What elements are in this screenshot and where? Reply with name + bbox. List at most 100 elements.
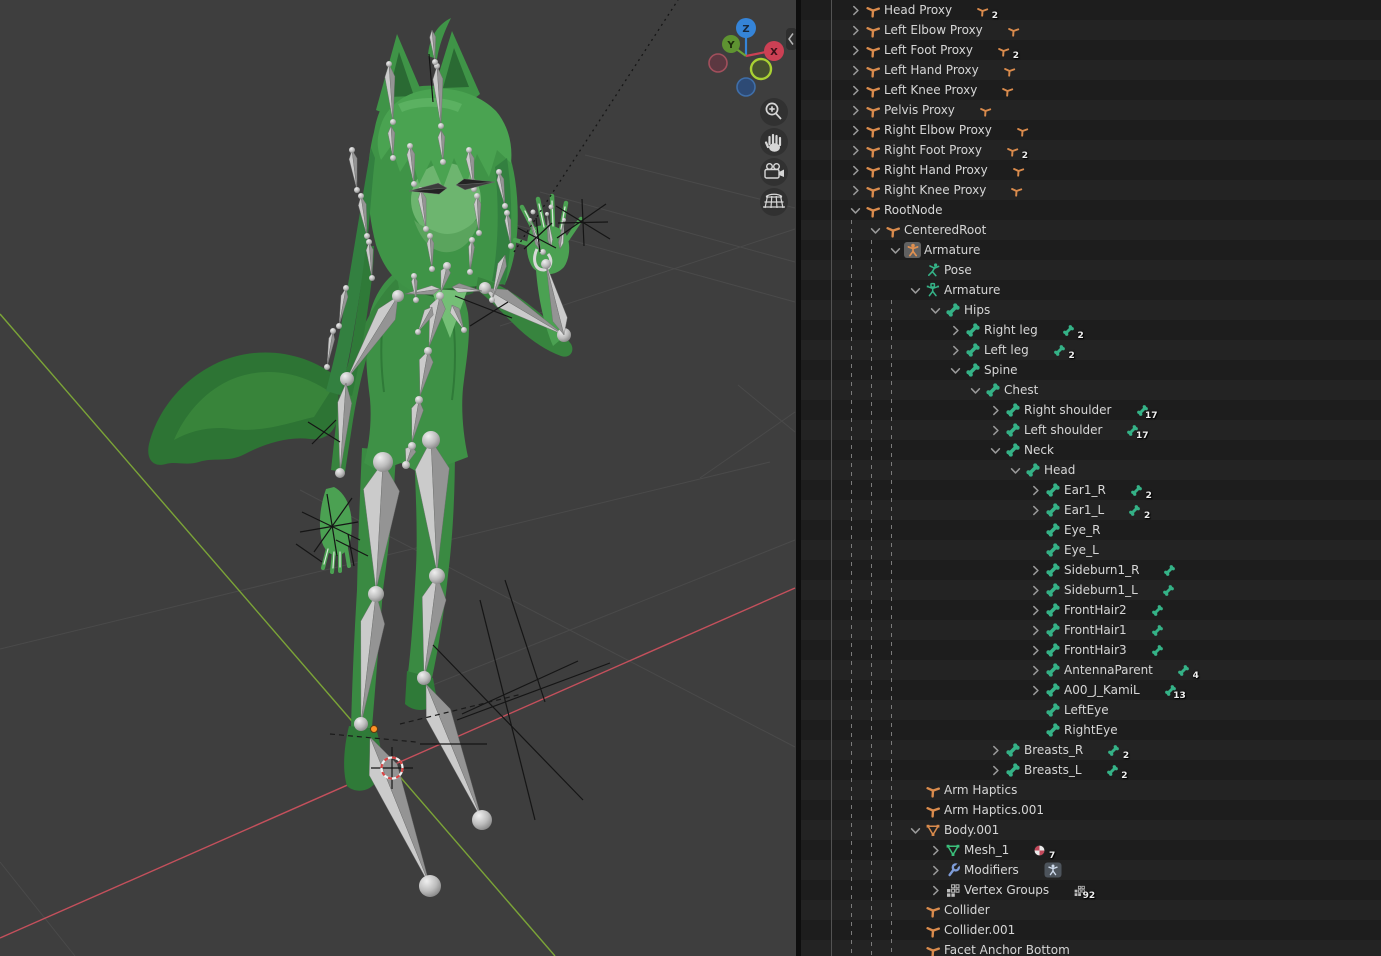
disclosure-down-icon[interactable]	[847, 202, 864, 218]
outliner-item-breasts-l[interactable]: Breasts_L2	[801, 760, 1381, 780]
outliner-item-right-hand-proxy[interactable]: Right Hand Proxy	[801, 160, 1381, 180]
outliner-item-centeredroot[interactable]: CenteredRoot	[801, 220, 1381, 240]
disclosure-right-icon[interactable]	[927, 882, 944, 898]
disclosure-right-icon[interactable]	[987, 422, 1004, 438]
outliner-item-left-knee-proxy[interactable]: Left Knee Proxy	[801, 80, 1381, 100]
disclosure-right-icon[interactable]	[927, 842, 944, 858]
disclosure-down-icon[interactable]	[887, 242, 904, 258]
outliner-item-a00-j-kamil[interactable]: A00_J_KamiL13	[801, 680, 1381, 700]
outliner-item-rootnode[interactable]: RootNode	[801, 200, 1381, 220]
disclosure-down-icon[interactable]	[867, 222, 884, 238]
disclosure-right-icon[interactable]	[1027, 482, 1044, 498]
outliner-item-righteye[interactable]: RightEye	[801, 720, 1381, 740]
outliner-item-eye-r[interactable]: Eye_R	[801, 520, 1381, 540]
outliner-item-ear1-r[interactable]: Ear1_R2	[801, 480, 1381, 500]
outliner-item-armature[interactable]: Armature	[801, 240, 1381, 260]
disclosure-right-icon[interactable]	[847, 102, 864, 118]
outliner-item-facet-anchor-bottom[interactable]: Facet Anchor Bottom	[801, 940, 1381, 956]
disclosure-down-icon[interactable]	[967, 382, 984, 398]
zoom-button[interactable]	[760, 98, 788, 126]
outliner-item-left-elbow-proxy[interactable]: Left Elbow Proxy	[801, 20, 1381, 40]
disclosure-down-icon[interactable]	[987, 442, 1004, 458]
disclosure-right-icon[interactable]	[1027, 642, 1044, 658]
outliner-item-spine[interactable]: Spine	[801, 360, 1381, 380]
outliner-item-sideburn1-l[interactable]: Sideburn1_L	[801, 580, 1381, 600]
outliner-item-left-hand-proxy[interactable]: Left Hand Proxy	[801, 60, 1381, 80]
disclosure-right-icon[interactable]	[1027, 622, 1044, 638]
outliner-item-armature[interactable]: Armature	[801, 280, 1381, 300]
axis-z-neg-ball[interactable]	[737, 78, 755, 96]
viewport-canvas[interactable]: Z Y X	[0, 0, 796, 956]
outliner-item-pose[interactable]: Pose	[801, 260, 1381, 280]
outliner-item-mesh-1[interactable]: Mesh_17	[801, 840, 1381, 860]
disclosure-right-icon[interactable]	[847, 2, 864, 18]
outliner-item-right-leg[interactable]: Right leg2	[801, 320, 1381, 340]
outliner-item-arm-haptics-001[interactable]: Arm Haptics.001	[801, 800, 1381, 820]
disclosure-down-icon[interactable]	[927, 302, 944, 318]
outliner-item-lefteye[interactable]: LeftEye	[801, 700, 1381, 720]
outliner-item-modifiers[interactable]: Modifiers	[801, 860, 1381, 880]
axis-x-neg-ball[interactable]	[709, 54, 727, 72]
outliner-item-chest[interactable]: Chest	[801, 380, 1381, 400]
outliner-item-head[interactable]: Head	[801, 460, 1381, 480]
disclosure-right-icon[interactable]	[847, 22, 864, 38]
outliner-item-left-foot-proxy[interactable]: Left Foot Proxy2	[801, 40, 1381, 60]
axis-y-neg-ball[interactable]	[751, 59, 771, 79]
disclosure-right-icon[interactable]	[1027, 682, 1044, 698]
outliner-item-arm-haptics[interactable]: Arm Haptics	[801, 780, 1381, 800]
outliner-panel[interactable]: Head Proxy2Left Elbow ProxyLeft Foot Pro…	[801, 0, 1381, 956]
disclosure-right-icon[interactable]	[847, 42, 864, 58]
outliner-item-head-proxy[interactable]: Head Proxy2	[801, 0, 1381, 20]
disclosure-right-icon[interactable]	[947, 322, 964, 338]
disclosure-right-icon[interactable]	[847, 162, 864, 178]
disclosure-down-icon[interactable]	[907, 282, 924, 298]
region-collapse-handle[interactable]	[786, 28, 796, 50]
outliner-item-vertex-groups[interactable]: Vertex Groups92	[801, 880, 1381, 900]
outliner-item-antennaparent[interactable]: AntennaParent4	[801, 660, 1381, 680]
disclosure-right-icon[interactable]	[847, 142, 864, 158]
outliner-item-right-knee-proxy[interactable]: Right Knee Proxy	[801, 180, 1381, 200]
disclosure-right-icon[interactable]	[1027, 582, 1044, 598]
outliner-item-neck[interactable]: Neck	[801, 440, 1381, 460]
outliner-item-sideburn1-r[interactable]: Sideburn1_R	[801, 560, 1381, 580]
disclosure-down-icon[interactable]	[1007, 462, 1024, 478]
disclosure-right-icon[interactable]	[987, 402, 1004, 418]
outliner-item-right-foot-proxy[interactable]: Right Foot Proxy2	[801, 140, 1381, 160]
outliner-item-ear1-l[interactable]: Ear1_L2	[801, 500, 1381, 520]
disclosure-right-icon[interactable]	[927, 862, 944, 878]
outliner-item-collider[interactable]: Collider	[801, 900, 1381, 920]
disclosure-right-icon[interactable]	[987, 762, 1004, 778]
outliner-item-collider-001[interactable]: Collider.001	[801, 920, 1381, 940]
viewport-3d[interactable]: Z Y X	[0, 0, 796, 956]
disclosure-right-icon[interactable]	[1027, 602, 1044, 618]
disclosure-right-icon[interactable]	[1027, 662, 1044, 678]
outliner-item-breasts-r[interactable]: Breasts_R2	[801, 740, 1381, 760]
outliner-item-left-shoulder[interactable]: Left shoulder17	[801, 420, 1381, 440]
camera-view-button[interactable]	[760, 158, 788, 186]
outliner-item-right-elbow-proxy[interactable]: Right Elbow Proxy	[801, 120, 1381, 140]
disclosure-down-icon[interactable]	[907, 822, 924, 838]
disclosure-right-icon[interactable]	[847, 182, 864, 198]
children-count-badge	[1012, 164, 1025, 177]
pan-button[interactable]	[760, 128, 788, 156]
disclosure-right-icon[interactable]	[847, 122, 864, 138]
outliner-item-fronthair3[interactable]: FrontHair3	[801, 640, 1381, 660]
empty-axes-icon	[864, 102, 881, 118]
disclosure-right-icon[interactable]	[847, 82, 864, 98]
disclosure-right-icon[interactable]	[1027, 502, 1044, 518]
disclosure-down-icon[interactable]	[947, 362, 964, 378]
outliner-item-pelvis-proxy[interactable]: Pelvis Proxy	[801, 100, 1381, 120]
outliner-item-fronthair2[interactable]: FrontHair2	[801, 600, 1381, 620]
bone-icon	[964, 322, 981, 338]
grid-toggle-button[interactable]	[760, 188, 788, 216]
outliner-item-hips[interactable]: Hips	[801, 300, 1381, 320]
outliner-item-fronthair1[interactable]: FrontHair1	[801, 620, 1381, 640]
outliner-item-body-001[interactable]: Body.001	[801, 820, 1381, 840]
outliner-item-left-leg[interactable]: Left leg2	[801, 340, 1381, 360]
disclosure-right-icon[interactable]	[847, 62, 864, 78]
disclosure-right-icon[interactable]	[947, 342, 964, 358]
disclosure-right-icon[interactable]	[987, 742, 1004, 758]
outliner-item-eye-l[interactable]: Eye_L	[801, 540, 1381, 560]
disclosure-right-icon[interactable]	[1027, 562, 1044, 578]
outliner-item-right-shoulder[interactable]: Right shoulder17	[801, 400, 1381, 420]
